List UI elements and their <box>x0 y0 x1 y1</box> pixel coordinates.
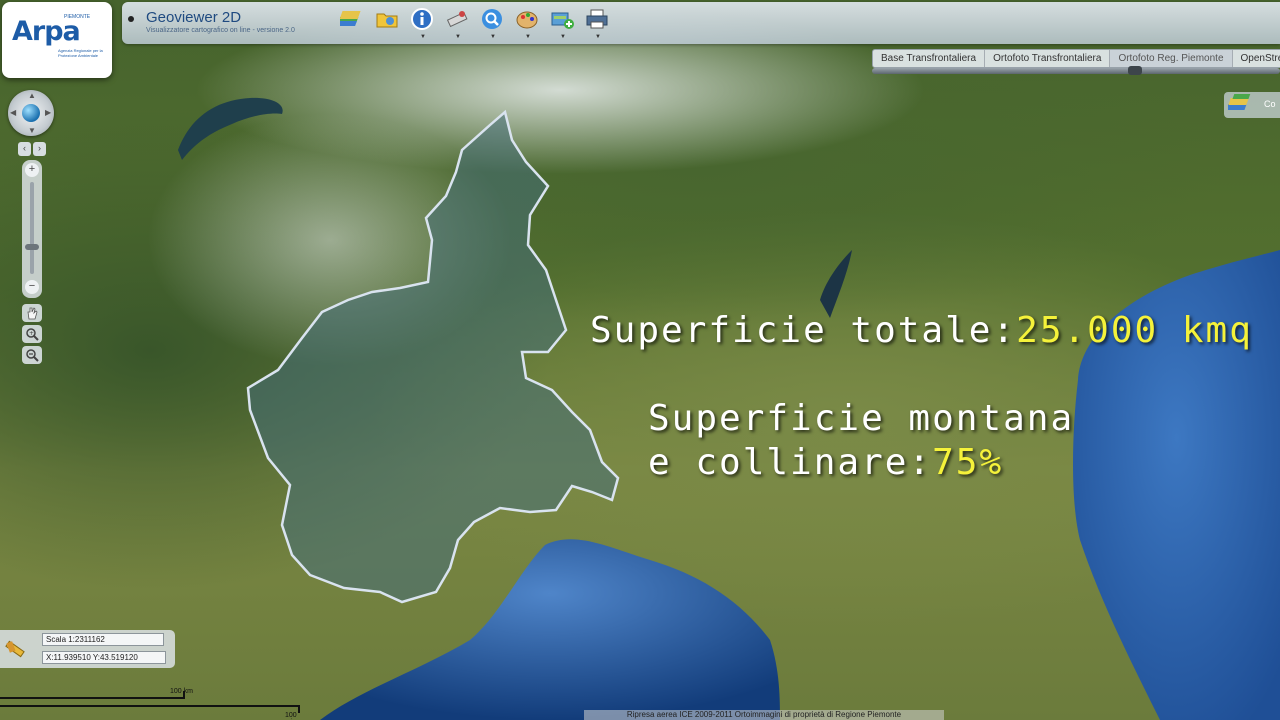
mountain-area-label: Superficie montana <box>648 398 1075 439</box>
scale-bar: 100 km 100 mi <box>0 686 300 720</box>
app-subtitle: Visualizzatore cartografico on line - ve… <box>146 27 295 34</box>
map-canvas[interactable] <box>0 0 1280 720</box>
overlay-mountain-area-line2: e collinare:75% <box>648 442 1003 483</box>
tab-base-transfrontaliera[interactable]: Base Transfrontaliera <box>873 50 986 67</box>
info-icon[interactable]: ▼ <box>410 7 434 40</box>
menu-dot-icon[interactable] <box>128 16 134 22</box>
pan-control[interactable]: ▲ ▼ ◀ ▶ <box>8 90 54 136</box>
piemonte-region <box>246 109 620 604</box>
legend-button[interactable]: Co <box>1224 92 1280 118</box>
tab-ortofoto-piemonte[interactable]: Ortofoto Reg. Piemonte <box>1110 50 1233 67</box>
zoom-slider-handle[interactable] <box>25 244 39 250</box>
legend-label: Co <box>1264 99 1276 109</box>
coords-field: X:11.939510 Y:43.519120 <box>42 651 166 664</box>
zoom-box-out-tool[interactable] <box>22 346 42 364</box>
scale-mi-label: 100 mi <box>285 712 297 720</box>
map-attribution: Ripresa aerea ICE 2009-2011 Ortoimmagini… <box>584 710 944 720</box>
tab-ortofoto-transfrontaliera[interactable]: Ortofoto Transfrontaliera <box>985 50 1111 67</box>
scale-km-tick <box>183 691 185 699</box>
pan-up-arrow[interactable]: ▲ <box>28 91 36 100</box>
main-toolbar: Geoviewer 2D Visualizzatore cartografico… <box>122 2 1280 44</box>
ruler-pencil-icon <box>5 640 25 658</box>
history-forward-button[interactable]: › <box>33 142 46 156</box>
add-layer-icon[interactable]: ▼ <box>550 7 574 40</box>
zoom-in-magnifier-icon: + <box>26 328 39 341</box>
history-back-button[interactable]: ‹ <box>18 142 31 156</box>
lake-geneva <box>178 97 283 160</box>
zoom-out-magnifier-icon <box>26 349 39 362</box>
globe-icon[interactable] <box>22 104 40 122</box>
pan-hand-tool[interactable] <box>22 304 42 322</box>
legend-layers-icon <box>1228 94 1251 110</box>
zoom-slider[interactable] <box>30 182 34 274</box>
basemap-switcher: Base Transfrontaliera Ortofoto Transfron… <box>872 49 1280 68</box>
scale-km-line <box>0 697 184 699</box>
tab-openstreetmap[interactable]: OpenStree <box>1233 50 1280 67</box>
arpa-logo[interactable]: Arpa PIEMONTE Agenzia Regionale per la P… <box>2 2 112 78</box>
layers-icon[interactable] <box>335 7 364 31</box>
palette-icon[interactable]: ▼ <box>515 7 539 40</box>
zoom-out-button[interactable]: − <box>25 280 39 294</box>
hill-area-value: 75% <box>932 442 1004 483</box>
hill-area-label: e collinare: <box>648 442 933 483</box>
overlay-total-area: Superficie totale:25.000 kmq <box>590 310 1253 351</box>
map-imagery <box>178 97 1280 720</box>
svg-text:+: + <box>29 330 34 337</box>
total-area-value: 25.000 kmq <box>1016 310 1253 351</box>
status-panel: Scala 1:2311162 X:11.939510 Y:43.519120 <box>0 630 175 668</box>
folder-icon[interactable] <box>375 7 399 31</box>
pan-left-arrow[interactable]: ◀ <box>10 108 16 117</box>
logo-subtext: Agenzia Regionale per la Protezione Ambi… <box>58 48 103 58</box>
scale-field: Scala 1:2311162 <box>42 633 164 646</box>
measure-icon[interactable]: ▼ <box>445 7 469 40</box>
scale-mi-line <box>0 705 300 707</box>
pan-right-arrow[interactable]: ▶ <box>45 108 51 117</box>
hand-icon <box>27 307 38 320</box>
app-title: Geoviewer 2D <box>146 9 242 26</box>
scale-km-label: 100 km <box>170 688 193 695</box>
zoom-bar: + − <box>22 160 42 298</box>
search-icon[interactable]: ▼ <box>480 7 504 40</box>
logo-text: Arpa <box>12 16 81 47</box>
zoom-box-in-tool[interactable]: + <box>22 325 42 343</box>
basemap-opacity-slider[interactable] <box>872 66 1280 75</box>
logo-tagline: PIEMONTE <box>64 14 91 20</box>
total-area-label: Superficie totale: <box>590 310 1017 351</box>
slider-handle[interactable] <box>1128 66 1142 75</box>
pan-down-arrow[interactable]: ▼ <box>28 126 36 135</box>
overlay-mountain-area-line1: Superficie montana <box>648 398 1074 439</box>
zoom-in-button[interactable]: + <box>25 163 39 177</box>
print-icon[interactable]: ▼ <box>585 7 609 40</box>
lake-garda <box>820 250 852 318</box>
